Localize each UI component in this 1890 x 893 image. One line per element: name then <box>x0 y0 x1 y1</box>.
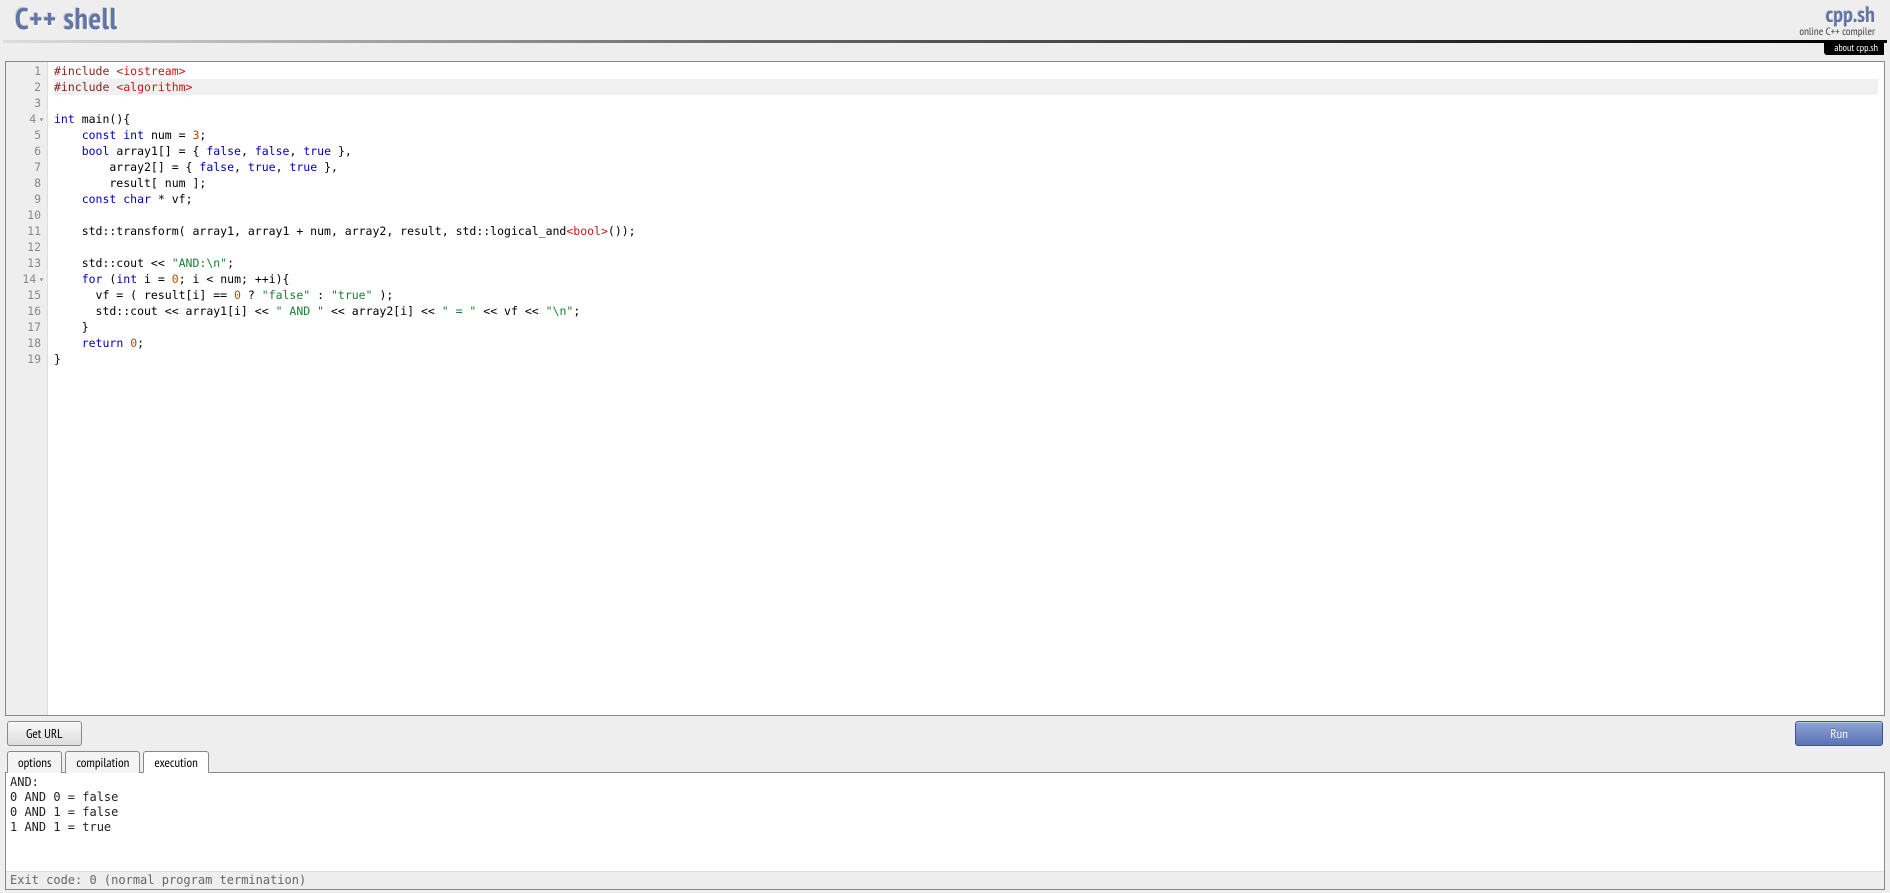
code-line[interactable]: const int num = 3; <box>54 127 1878 143</box>
tab-execution[interactable]: execution <box>143 751 209 773</box>
output-panel: AND: 0 AND 0 = false 0 AND 1 = false 1 A… <box>5 772 1885 890</box>
brand-title: C++ shell <box>15 0 117 38</box>
tab-options[interactable]: options <box>7 751 62 773</box>
about-bar: about cpp.sh <box>3 43 1887 57</box>
code-area[interactable]: #include <iostream>#include <algorithm> … <box>48 62 1884 715</box>
line-number: 1 <box>10 63 41 79</box>
line-number: 6 <box>10 143 41 159</box>
line-number: 2 <box>10 79 41 95</box>
brand-right-wrap: cpp.sh online C++ compiler <box>1799 4 1875 38</box>
line-number: 15 <box>10 287 41 303</box>
code-line[interactable] <box>54 207 1878 223</box>
code-line[interactable] <box>54 239 1878 255</box>
code-line[interactable]: bool array1[] = { false, false, true }, <box>54 143 1878 159</box>
code-line[interactable]: array2[] = { false, true, true }, <box>54 159 1878 175</box>
about-link[interactable]: about cpp.sh <box>1824 41 1884 55</box>
code-line[interactable] <box>54 95 1878 111</box>
tab-compilation[interactable]: compilation <box>65 751 140 773</box>
output-status: Exit code: 0 (normal program termination… <box>6 871 1884 889</box>
line-number: 5 <box>10 127 41 143</box>
code-line[interactable]: std::transform( array1, array1 + num, ar… <box>54 223 1878 239</box>
gutter: 12345678910111213141516171819 <box>6 62 48 715</box>
geturl-button[interactable]: Get URL <box>7 721 82 746</box>
output-body[interactable]: AND: 0 AND 0 = false 0 AND 1 = false 1 A… <box>10 775 1880 871</box>
header: C++ shell cpp.sh online C++ compiler <box>3 0 1887 40</box>
brand-subtitle: online C++ compiler <box>1799 27 1875 38</box>
code-line[interactable]: } <box>54 319 1878 335</box>
code-line[interactable]: vf = ( result[i] == 0 ? "false" : "true"… <box>54 287 1878 303</box>
code-line[interactable]: std::cout << "AND:\n"; <box>54 255 1878 271</box>
line-number: 9 <box>10 191 41 207</box>
code-line[interactable]: return 0; <box>54 335 1878 351</box>
line-number: 12 <box>10 239 41 255</box>
code-line[interactable]: int main(){ <box>54 111 1878 127</box>
line-number: 18 <box>10 335 41 351</box>
line-number: 16 <box>10 303 41 319</box>
code-line[interactable]: } <box>54 351 1878 367</box>
line-number: 19 <box>10 351 41 367</box>
line-number: 7 <box>10 159 41 175</box>
code-line[interactable]: const char * vf; <box>54 191 1878 207</box>
line-number: 11 <box>10 223 41 239</box>
code-line[interactable]: for (int i = 0; i < num; ++i){ <box>54 271 1878 287</box>
output-tabs: optionscompilationexecution <box>3 751 1887 773</box>
line-number: 10 <box>10 207 41 223</box>
code-line[interactable]: result[ num ]; <box>54 175 1878 191</box>
line-number: 13 <box>10 255 41 271</box>
line-number: 3 <box>10 95 41 111</box>
line-number: 14 <box>10 271 41 287</box>
line-number: 4 <box>10 111 41 127</box>
code-line[interactable]: #include <algorithm> <box>54 79 1878 95</box>
code-editor[interactable]: 12345678910111213141516171819 #include <… <box>5 61 1885 716</box>
code-line[interactable]: #include <iostream> <box>54 63 1878 79</box>
line-number: 17 <box>10 319 41 335</box>
brand-link[interactable]: cpp.sh <box>1799 4 1875 26</box>
run-button[interactable]: Run <box>1795 721 1883 746</box>
line-number: 8 <box>10 175 41 191</box>
code-line[interactable]: std::cout << array1[i] << " AND " << arr… <box>54 303 1878 319</box>
toolbar: Get URL Run <box>3 716 1887 751</box>
